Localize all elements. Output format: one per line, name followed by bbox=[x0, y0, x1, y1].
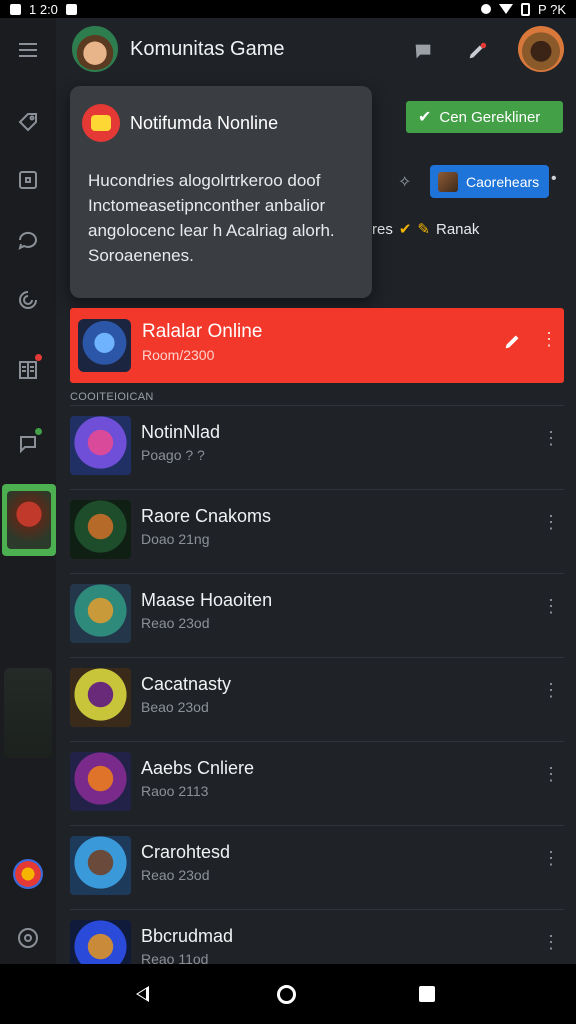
left-rail bbox=[0, 18, 56, 964]
ranks-label: Ranak bbox=[436, 220, 480, 238]
more-vert-icon[interactable]: ⋮ bbox=[542, 512, 560, 533]
blue-button-label: Caorehears bbox=[466, 173, 540, 190]
recents-icon[interactable] bbox=[419, 986, 435, 1002]
green-button-label: Cen Gerekliner bbox=[439, 108, 541, 126]
check-badge-icon: ✔ bbox=[398, 221, 412, 238]
ticket-icon: ✎ bbox=[417, 221, 430, 238]
book-icon[interactable] bbox=[8, 350, 48, 390]
game-subtitle: Reao 23od bbox=[141, 867, 210, 883]
banner-title: Ralalar Online bbox=[142, 321, 263, 342]
page-title: Komunitas Game bbox=[130, 38, 285, 60]
chat-bubble-icon[interactable] bbox=[8, 220, 48, 260]
room-avatar bbox=[78, 319, 131, 372]
tag-icon[interactable] bbox=[8, 102, 48, 142]
notification-popup[interactable]: Notifumda Nonline Hucondries alogolrtrke… bbox=[70, 86, 372, 298]
status-bar: 1 2:0 P ?K bbox=[0, 0, 576, 18]
game-title: Crarohtesd bbox=[141, 842, 231, 862]
edit-icon[interactable] bbox=[464, 38, 490, 64]
notification-body: Hucondries alogolrtrkeroo doof Inctomeas… bbox=[88, 171, 335, 265]
game-thumbnail bbox=[70, 752, 131, 811]
chat-icon[interactable] bbox=[410, 38, 436, 64]
online-room-banner[interactable]: Ralalar Online Room/2300 ⋮ bbox=[70, 308, 564, 383]
more-vert-icon[interactable]: ⋮ bbox=[542, 596, 560, 617]
game-subtitle: Reao 23od bbox=[141, 615, 210, 631]
game-thumbnail bbox=[70, 668, 131, 727]
notification-title: Notifumda Nonline bbox=[130, 113, 279, 133]
active-server[interactable] bbox=[2, 484, 56, 556]
game-thumbnail bbox=[70, 836, 131, 895]
back-icon[interactable] bbox=[136, 986, 149, 1002]
game-thumbnail bbox=[70, 416, 131, 475]
server-placeholder[interactable] bbox=[4, 668, 52, 758]
user-avatar[interactable] bbox=[518, 26, 564, 72]
game-thumbnail bbox=[70, 500, 131, 559]
more-vert-icon[interactable]: ⋮ bbox=[540, 329, 558, 350]
signal-icon bbox=[481, 4, 492, 14]
server-avatar bbox=[7, 491, 51, 549]
menu-icon[interactable] bbox=[8, 30, 48, 70]
blue-action-button[interactable]: Caorehears bbox=[430, 165, 549, 198]
online-dot bbox=[35, 428, 42, 435]
wifi-icon bbox=[499, 4, 514, 14]
speech-icon[interactable] bbox=[8, 424, 48, 464]
game-title: Cacatnasty bbox=[141, 674, 232, 694]
check-icon: ✔ bbox=[418, 109, 432, 126]
status-left: 1 2:0 bbox=[10, 2, 77, 17]
battery-icon bbox=[521, 2, 531, 16]
banner-subtitle: Room/2300 bbox=[142, 347, 215, 363]
game-thumbnail bbox=[70, 584, 131, 643]
system-nav-bar bbox=[0, 964, 576, 1024]
game-title: NotinNlad bbox=[141, 422, 221, 442]
game-thumbnail-icon bbox=[438, 171, 458, 192]
star-icon[interactable]: ✧ bbox=[398, 172, 411, 192]
profile-avatar[interactable] bbox=[8, 854, 48, 894]
list-item[interactable]: NotinNlad Poago ? ? ⋮ bbox=[70, 406, 564, 490]
green-action-button[interactable]: ✔ Cen Gerekliner bbox=[406, 101, 563, 133]
list-item[interactable]: Crarohtesd Reao 23od ⋮ bbox=[70, 826, 564, 910]
game-subtitle: Doao 21ng bbox=[141, 531, 210, 547]
game-title: Aaebs Cnliere bbox=[141, 758, 255, 778]
swirl-icon[interactable] bbox=[8, 280, 48, 320]
game-title: Raore Cnakoms bbox=[141, 506, 272, 526]
status-right-text: P ?K bbox=[538, 1, 566, 17]
home-icon[interactable] bbox=[277, 985, 296, 1004]
list-item[interactable]: Aaebs Cnliere Raoo 2113 ⋮ bbox=[70, 742, 564, 826]
status-time: 1 2:0 bbox=[29, 1, 58, 17]
game-title: Maase Hoaoiten bbox=[141, 590, 273, 610]
community-avatar[interactable] bbox=[72, 26, 118, 72]
top-header: Komunitas Game bbox=[56, 18, 576, 82]
screen: 1 2:0 P ?K Komunitas Game ✔ Cen Gereklin… bbox=[0, 0, 576, 1024]
list-item[interactable]: Raore Cnakoms Doao 21ng ⋮ bbox=[70, 490, 564, 574]
section-label: COOITEIOICAN bbox=[70, 391, 154, 403]
game-subtitle: Poago ? ? bbox=[141, 447, 205, 463]
banner-edit-icon[interactable] bbox=[502, 330, 528, 356]
settings-icon[interactable] bbox=[8, 918, 48, 958]
more-vert-icon[interactable]: ⋮ bbox=[542, 848, 560, 869]
list-item[interactable]: Maase Hoaoiten Reao 23od ⋮ bbox=[70, 574, 564, 658]
more-vert-icon[interactable]: ⋮ bbox=[542, 428, 560, 449]
badge-dot bbox=[35, 354, 42, 361]
square-icon[interactable] bbox=[8, 160, 48, 200]
more-vert-icon[interactable]: ⋮ bbox=[542, 764, 560, 785]
more-vert-icon[interactable]: ⋮ bbox=[542, 932, 560, 953]
more-dot-icon[interactable]: • bbox=[551, 170, 557, 188]
list-item[interactable]: Cacatnasty Beao 23od ⋮ bbox=[70, 658, 564, 742]
notification-app-icon bbox=[82, 104, 120, 142]
more-vert-icon[interactable]: ⋮ bbox=[542, 680, 560, 701]
game-subtitle: Beao 23od bbox=[141, 699, 209, 715]
game-subtitle: Raoo 2113 bbox=[141, 783, 209, 799]
status-right: P ?K bbox=[481, 2, 566, 17]
game-title: Bbcrudmad bbox=[141, 926, 234, 946]
app-icon bbox=[65, 3, 77, 15]
ranks-row[interactable]: res ✔ ✎ Ranak bbox=[372, 220, 480, 239]
notification-icon bbox=[10, 3, 21, 15]
